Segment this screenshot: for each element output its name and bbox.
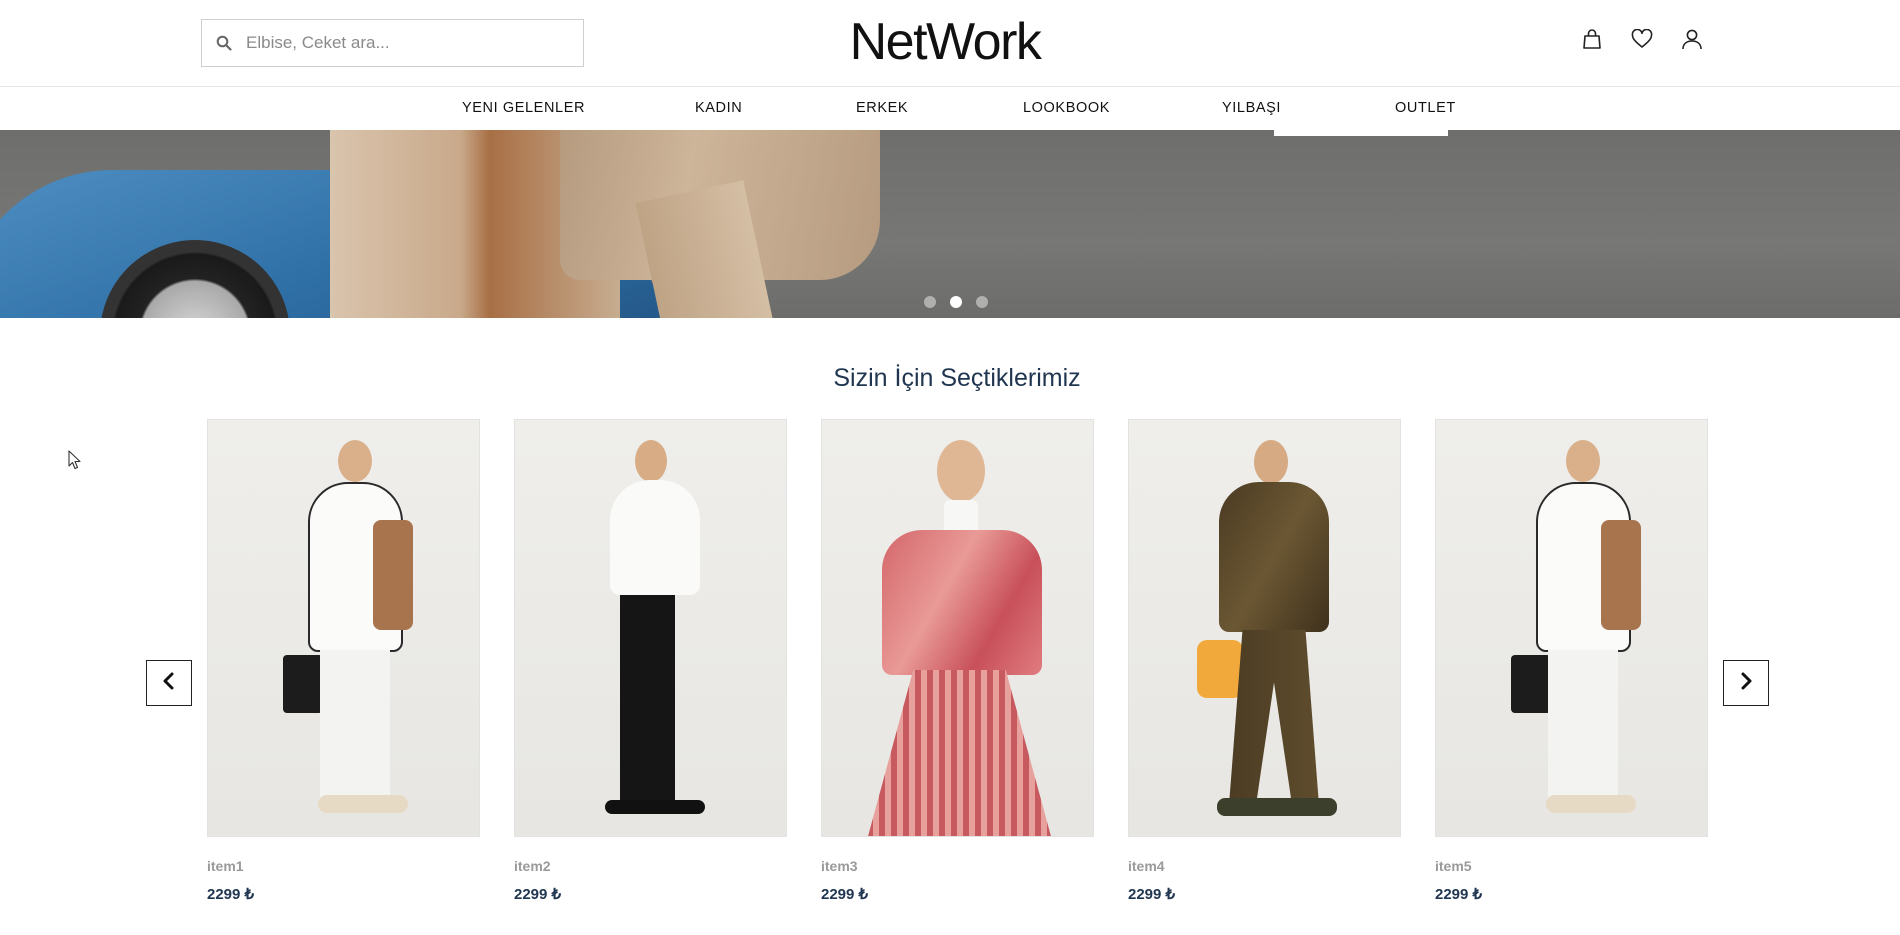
nav-item-kadin[interactable]: KADIN xyxy=(695,100,742,116)
search-input[interactable] xyxy=(246,23,566,63)
main-nav: YENI GELENLER KADIN ERKEK LOOKBOOK YILBA… xyxy=(0,88,1900,130)
product-name[interactable]: item3 xyxy=(821,858,1094,874)
header-actions xyxy=(1580,26,1704,52)
product-image[interactable] xyxy=(821,419,1094,837)
product-price: 2299 ₺ xyxy=(1435,886,1483,903)
user-icon[interactable] xyxy=(1680,26,1704,52)
model-trousers xyxy=(1548,650,1618,800)
model-head xyxy=(1566,440,1600,482)
model-blouse xyxy=(610,480,700,595)
site-header: NetWork xyxy=(0,0,1900,87)
product-image[interactable] xyxy=(1435,419,1708,837)
slider-dot-3[interactable] xyxy=(976,296,988,308)
heart-icon[interactable] xyxy=(1630,26,1654,52)
model-trousers xyxy=(620,595,675,805)
search-box[interactable] xyxy=(201,19,584,67)
model-boots xyxy=(1217,798,1337,816)
model-shoes xyxy=(1546,795,1636,813)
model-jacket xyxy=(1219,482,1329,632)
product-card[interactable]: item5 2299 ₺ xyxy=(1435,419,1708,903)
bag-icon[interactable] xyxy=(1580,26,1604,52)
carousel-prev-button[interactable] xyxy=(146,660,192,706)
product-name[interactable]: item4 xyxy=(1128,858,1401,874)
model-trousers xyxy=(320,650,390,800)
model-bag xyxy=(1197,640,1243,698)
product-card[interactable]: item3 2299 ₺ xyxy=(821,419,1094,903)
section-title: Sizin İçin Seçtiklerimiz xyxy=(833,364,1081,392)
product-image[interactable] xyxy=(207,419,480,837)
model-bag xyxy=(1601,520,1641,630)
model-head xyxy=(338,440,372,482)
product-name[interactable]: item1 xyxy=(207,858,480,874)
product-image[interactable] xyxy=(1128,419,1401,837)
slider-dot-1[interactable] xyxy=(924,296,936,308)
chevron-left-icon xyxy=(161,671,177,696)
model-head xyxy=(1254,440,1288,484)
product-image[interactable] xyxy=(514,419,787,837)
model-skirt xyxy=(867,670,1052,836)
product-card[interactable]: item1 2299 ₺ xyxy=(207,419,480,903)
nav-item-yeni-gelenler[interactable]: YENI GELENLER xyxy=(462,100,585,116)
search-icon[interactable] xyxy=(202,20,246,66)
hero-tag xyxy=(1274,130,1448,136)
slider-dots xyxy=(924,296,988,308)
model-clutch xyxy=(1511,655,1551,713)
model-head xyxy=(937,440,985,502)
slider-dot-2[interactable] xyxy=(950,296,962,308)
mouse-cursor-icon xyxy=(68,450,82,475)
nav-item-yilbasi[interactable]: YILBAŞI xyxy=(1222,100,1281,116)
nav-item-lookbook[interactable]: LOOKBOOK xyxy=(1023,100,1110,116)
model-bag xyxy=(373,520,413,630)
product-price: 2299 ₺ xyxy=(1128,886,1176,903)
carousel-next-button[interactable] xyxy=(1723,660,1769,706)
model-head xyxy=(635,440,667,482)
product-price: 2299 ₺ xyxy=(514,886,562,903)
hero-banner[interactable] xyxy=(0,130,1900,318)
product-price: 2299 ₺ xyxy=(821,886,869,903)
model-shoes xyxy=(318,795,408,813)
product-name[interactable]: item2 xyxy=(514,858,787,874)
product-price: 2299 ₺ xyxy=(207,886,255,903)
nav-item-outlet[interactable]: OUTLET xyxy=(1395,100,1456,116)
product-card[interactable]: item2 2299 ₺ xyxy=(514,419,787,903)
product-card[interactable]: item4 2299 ₺ xyxy=(1128,419,1401,903)
product-name[interactable]: item5 xyxy=(1435,858,1708,874)
model-shirt xyxy=(882,530,1042,675)
site-logo[interactable]: NetWork xyxy=(830,12,1060,72)
chevron-right-icon xyxy=(1738,671,1754,696)
model-trousers xyxy=(1229,630,1319,805)
nav-item-erkek[interactable]: ERKEK xyxy=(856,100,908,116)
model-shoes xyxy=(605,800,705,814)
model-clutch xyxy=(283,655,323,713)
